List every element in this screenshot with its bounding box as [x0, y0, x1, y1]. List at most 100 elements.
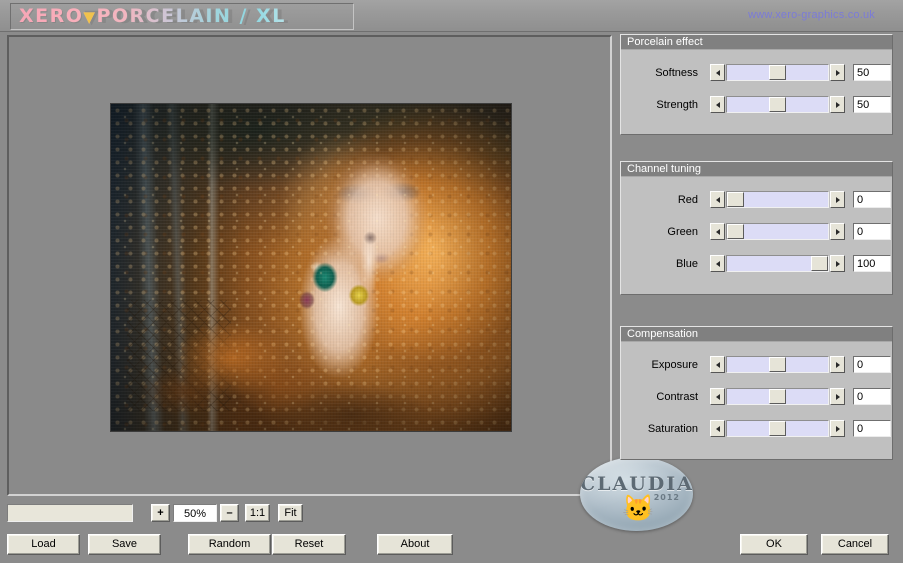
- brand-plate: XERO▼PORCELAIN / XL XERO▼PORCELAIN / XL: [10, 3, 354, 30]
- slider-label: Strength: [656, 99, 698, 111]
- slider-increment-arrow-icon[interactable]: [830, 388, 845, 405]
- slider-row: Red: [621, 191, 892, 209]
- slider-track[interactable]: [726, 356, 829, 373]
- xero-porcelain-window: XERO▼PORCELAIN / XL XERO▼PORCELAIN / XL …: [0, 0, 903, 563]
- slider-row: Saturation: [621, 420, 892, 438]
- watermark-text: CLAUDIA: [580, 473, 693, 495]
- reset-button[interactable]: Reset: [272, 534, 346, 555]
- zoom-actual-size-button[interactable]: 1:1: [245, 504, 270, 522]
- slider-thumb[interactable]: [811, 256, 828, 271]
- cat-figure-icon: 🐱: [622, 493, 655, 523]
- value-field-green[interactable]: [853, 223, 891, 240]
- slider-decrement-arrow-icon[interactable]: [710, 191, 725, 208]
- save-button[interactable]: Save: [88, 534, 161, 555]
- slider-thumb[interactable]: [769, 389, 786, 404]
- slider-decrement-arrow-icon[interactable]: [710, 420, 725, 437]
- slider-row: Contrast: [621, 388, 892, 406]
- slider-blue[interactable]: [710, 255, 845, 272]
- slider-decrement-arrow-icon[interactable]: [710, 64, 725, 81]
- slider-track[interactable]: [726, 223, 829, 240]
- slider-thumb[interactable]: [769, 65, 786, 80]
- slider-increment-arrow-icon[interactable]: [830, 191, 845, 208]
- group-title: Compensation: [621, 327, 892, 342]
- slider-track[interactable]: [726, 420, 829, 437]
- brand-title: XERO▼PORCELAIN / XL: [19, 5, 286, 29]
- brand-word-xero: XERO: [19, 5, 84, 27]
- value-field-strength[interactable]: [853, 96, 891, 113]
- slider-label: Contrast: [656, 391, 698, 403]
- slider-decrement-arrow-icon[interactable]: [710, 356, 725, 373]
- claudia-watermark: CLAUDIA 2012 🐱: [580, 457, 693, 531]
- preview-layer-vignette: [111, 104, 511, 431]
- slider-decrement-arrow-icon[interactable]: [710, 223, 725, 240]
- progress-bar: [7, 504, 133, 522]
- slider-track[interactable]: [726, 191, 829, 208]
- slider-track[interactable]: [726, 255, 829, 272]
- title-bar: XERO▼PORCELAIN / XL XERO▼PORCELAIN / XL …: [0, 0, 903, 32]
- brand-triangle-icon: ▼: [83, 8, 97, 26]
- slider-thumb[interactable]: [769, 97, 786, 112]
- slider-increment-arrow-icon[interactable]: [830, 223, 845, 240]
- slider-thumb[interactable]: [727, 192, 744, 207]
- slider-red[interactable]: [710, 191, 845, 208]
- group-title: Porcelain effect: [621, 35, 892, 50]
- slider-decrement-arrow-icon[interactable]: [710, 255, 725, 272]
- about-button[interactable]: About: [377, 534, 453, 555]
- random-button[interactable]: Random: [188, 534, 271, 555]
- watermark-year: 2012: [653, 493, 680, 502]
- slider-label: Softness: [655, 67, 698, 79]
- slider-softness[interactable]: [710, 64, 845, 81]
- slider-contrast[interactable]: [710, 388, 845, 405]
- preview-image[interactable]: [110, 103, 512, 432]
- zoom-fit-button[interactable]: Fit: [278, 504, 303, 522]
- group-title: Channel tuning: [621, 162, 892, 177]
- slider-thumb[interactable]: [769, 421, 786, 436]
- slider-track[interactable]: [726, 96, 829, 113]
- preview-panel[interactable]: [7, 35, 612, 496]
- slider-exposure[interactable]: [710, 356, 845, 373]
- group-channel-tuning: Channel tuning Red Green Blue: [620, 161, 893, 295]
- slider-increment-arrow-icon[interactable]: [830, 356, 845, 373]
- ok-button[interactable]: OK: [740, 534, 808, 555]
- group-body: Softness Strength: [621, 64, 892, 114]
- group-porcelain-effect: Porcelain effect Softness Strength: [620, 34, 893, 135]
- zoom-out-button[interactable]: –: [220, 504, 239, 522]
- slider-track[interactable]: [726, 64, 829, 81]
- slider-decrement-arrow-icon[interactable]: [710, 96, 725, 113]
- slider-label: Green: [667, 226, 698, 238]
- slider-label: Saturation: [647, 423, 698, 435]
- value-field-contrast[interactable]: [853, 388, 891, 405]
- slider-increment-arrow-icon[interactable]: [830, 96, 845, 113]
- value-field-exposure[interactable]: [853, 356, 891, 373]
- slider-green[interactable]: [710, 223, 845, 240]
- group-body: Exposure Contrast Saturation: [621, 356, 892, 438]
- value-field-saturation[interactable]: [853, 420, 891, 437]
- slider-thumb[interactable]: [727, 224, 744, 239]
- slider-label: Red: [677, 194, 698, 206]
- brand-word-porcelain: PORCELAIN / XL: [96, 5, 286, 27]
- slider-strength[interactable]: [710, 96, 845, 113]
- zoom-in-button[interactable]: +: [151, 504, 170, 522]
- slider-track[interactable]: [726, 388, 829, 405]
- slider-label: Exposure: [651, 359, 698, 371]
- slider-saturation[interactable]: [710, 420, 845, 437]
- load-button[interactable]: Load: [7, 534, 80, 555]
- group-body: Red Green Blue: [621, 191, 892, 273]
- zoom-level-value[interactable]: 50%: [173, 504, 217, 522]
- slider-label: Blue: [675, 258, 698, 270]
- website-url-link[interactable]: www.xero-graphics.co.uk: [748, 9, 875, 21]
- slider-thumb[interactable]: [769, 357, 786, 372]
- value-field-blue[interactable]: [853, 255, 891, 272]
- slider-row: Strength: [621, 96, 892, 114]
- slider-row: Softness: [621, 64, 892, 82]
- slider-row: Blue: [621, 255, 892, 273]
- value-field-red[interactable]: [853, 191, 891, 208]
- slider-decrement-arrow-icon[interactable]: [710, 388, 725, 405]
- slider-increment-arrow-icon[interactable]: [830, 255, 845, 272]
- value-field-softness[interactable]: [853, 64, 891, 81]
- slider-increment-arrow-icon[interactable]: [830, 64, 845, 81]
- slider-increment-arrow-icon[interactable]: [830, 420, 845, 437]
- group-compensation: Compensation Exposure Contrast Saturation: [620, 326, 893, 460]
- slider-row: Exposure: [621, 356, 892, 374]
- cancel-button[interactable]: Cancel: [821, 534, 889, 555]
